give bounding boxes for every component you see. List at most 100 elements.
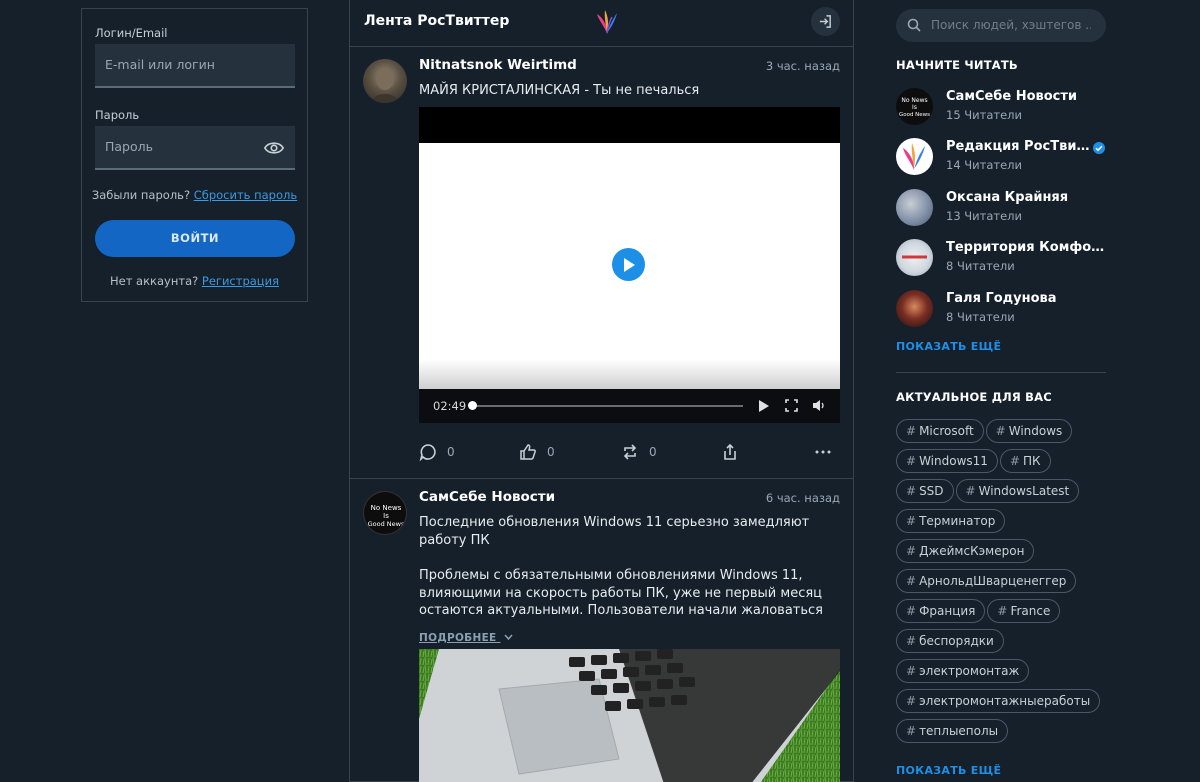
tag-chip[interactable]: # Windows (985, 419, 1073, 443)
tag-chip[interactable]: # WindowsLatest (955, 479, 1080, 503)
password-placeholder: Пароль (105, 139, 153, 154)
play-icon (623, 257, 635, 272)
comment-icon (419, 444, 436, 461)
login-label: Логин/Email (95, 26, 168, 40)
search-input[interactable]: Поиск людей, хэштегов ... (896, 9, 1106, 42)
rostwitter-logo-icon (597, 10, 617, 34)
login-input[interactable]: E-mail или логин (95, 44, 295, 88)
recommendation-item[interactable]: No News Is Good News СамСебе Новости 15 Чи… (896, 88, 1106, 126)
login-icon-button[interactable] (811, 7, 840, 36)
show-more-link[interactable]: ПОКАЗАТЬ ЕЩЁ (896, 764, 1001, 777)
avatar: No News Is Good News (896, 88, 933, 125)
recommendation-name[interactable]: Галя Годунова (946, 291, 1106, 306)
tag-list: # Microsoft # Windows # Windows11 # ПК # SSD # Wi… (896, 419, 1111, 749)
forgot-text: Забыли пароль? (91, 188, 191, 202)
svg-text:Is: Is (912, 104, 917, 111)
page-title: Лента РосТвиттер (364, 13, 510, 29)
like-count: 0 (547, 445, 555, 459)
post-item[interactable]: No News Is Good News СамСебе Новости 6 час… (350, 479, 853, 782)
verified-icon (1093, 142, 1105, 154)
password-input[interactable]: Пароль (95, 126, 295, 170)
password-label: Пароль (95, 108, 140, 122)
post-text: МАЙЯ КРИСТАЛИНСКАЯ - Ты не печалься (419, 83, 700, 98)
tag-chip[interactable]: # теплыеполы (896, 719, 1009, 743)
svg-text:Is: Is (383, 512, 389, 520)
tag-chip[interactable]: # АрнольдШварценеггер (896, 569, 1077, 593)
recommendation-name[interactable]: Оксана Крайняя (946, 190, 1106, 205)
tag-chip[interactable]: # Microsoft (896, 419, 984, 443)
post-author[interactable]: СамСебе Новости (419, 489, 555, 505)
tag-chip[interactable]: # электромонтаж (896, 659, 1030, 683)
avatar[interactable] (363, 59, 407, 103)
repost-action[interactable]: 0 (621, 443, 657, 461)
recommendation-followers: 15 Читатели (946, 108, 1022, 122)
recommendation-item[interactable]: Оксана Крайняя 13 Читатели (896, 189, 1106, 227)
comment-count: 0 (447, 445, 455, 459)
recommendation-item[interactable]: Галя Годунова 8 Читатели (896, 290, 1106, 328)
post-text: Проблемы с обязательными обновлениями Wi… (419, 568, 823, 618)
avatar (896, 189, 933, 226)
feed-column: Лента РосТвиттер Nitnatsnok Weirtimd 3 ч… (349, 0, 854, 782)
post-image[interactable] (419, 649, 840, 782)
tag-chip[interactable]: # электромонтажныеработы (896, 689, 1101, 713)
play-button[interactable] (612, 248, 645, 281)
svg-text:Good News: Good News (368, 520, 405, 528)
feed-header: Лента РосТвиттер (350, 0, 853, 47)
comment-action[interactable]: 0 (419, 443, 455, 461)
post-actions: 0 0 0 (419, 443, 840, 463)
register-link[interactable]: Регистрация (202, 274, 279, 288)
search-placeholder: Поиск людей, хэштегов ... (931, 18, 1091, 32)
repost-count: 0 (649, 445, 657, 459)
more-options[interactable] (815, 443, 831, 461)
video-time: 02:49 (433, 399, 467, 413)
video-progress-bar[interactable] (473, 405, 743, 407)
recommendation-item[interactable]: Редакция РосТвиттер 14 Читатели (896, 138, 1106, 176)
recommendation-followers: 14 Читатели (946, 158, 1022, 172)
no-account: Нет аккаунта? Регистрация (82, 274, 307, 288)
read-more-label: ПОДРОБНЕЕ (419, 632, 497, 644)
video-controls: 02:49 (419, 389, 840, 423)
post-headline: Последние обновления Windows 11 серьезно… (419, 515, 810, 548)
post-item[interactable]: Nitnatsnok Weirtimd 3 час. назад МАЙЯ КР… (350, 47, 853, 479)
read-more-link[interactable]: ПОДРОБНЕЕ (419, 632, 513, 644)
divider (896, 372, 1106, 373)
recommendation-name[interactable]: СамСебе Новости (946, 89, 1106, 104)
show-more-link[interactable]: ПОКАЗАТЬ ЕЩЁ (896, 340, 1001, 353)
volume-icon[interactable] (812, 399, 826, 412)
recommendation-followers: 8 Читатели (946, 310, 1015, 324)
tag-chip[interactable]: # Windows11 (896, 449, 998, 473)
recommendation-followers: 13 Читатели (946, 209, 1022, 223)
tag-chip[interactable]: # Франция (896, 599, 986, 623)
share-action[interactable] (722, 443, 738, 461)
play-icon[interactable] (758, 399, 770, 413)
tag-chip[interactable]: # ПК (999, 449, 1051, 473)
avatar[interactable]: No News Is Good News (363, 491, 407, 535)
post-author[interactable]: Nitnatsnok Weirtimd (419, 57, 577, 73)
like-action[interactable]: 0 (519, 443, 555, 461)
tag-chip[interactable]: # ДжеймсКэмерон (896, 539, 1035, 563)
avatar (896, 138, 933, 175)
tag-chip[interactable]: # SSD (896, 479, 954, 503)
video-scrubber[interactable] (468, 401, 477, 410)
sign-in-icon (819, 15, 831, 28)
video-player[interactable]: 02:49 (419, 107, 840, 423)
tag-chip[interactable]: # беспорядки (896, 629, 1004, 653)
fullscreen-icon[interactable] (785, 399, 798, 412)
post-time: 3 час. назад (765, 59, 840, 73)
eye-icon[interactable] (263, 139, 285, 157)
recommendation-name[interactable]: Территория Комфорта (946, 240, 1106, 255)
svg-text:Good News: Good News (899, 112, 930, 118)
more-icon (815, 450, 831, 454)
repost-icon (623, 444, 637, 460)
recommendation-item[interactable]: Территория Комфорта 8 Читатели (896, 239, 1106, 277)
no-account-text: Нет аккаунта? (109, 274, 199, 288)
post-time: 6 час. назад (765, 491, 840, 505)
recommendation-name[interactable]: Редакция РосТвиттер (946, 139, 1092, 154)
search-icon (907, 18, 921, 32)
thumbs-up-icon (520, 444, 536, 460)
login-button[interactable]: ВОЙТИ (95, 220, 295, 257)
avatar (896, 239, 933, 276)
tag-chip[interactable]: # Терминатор (896, 509, 1006, 533)
reset-password-link[interactable]: Сбросить пароль (194, 188, 297, 202)
tag-chip[interactable]: # France (987, 599, 1061, 623)
